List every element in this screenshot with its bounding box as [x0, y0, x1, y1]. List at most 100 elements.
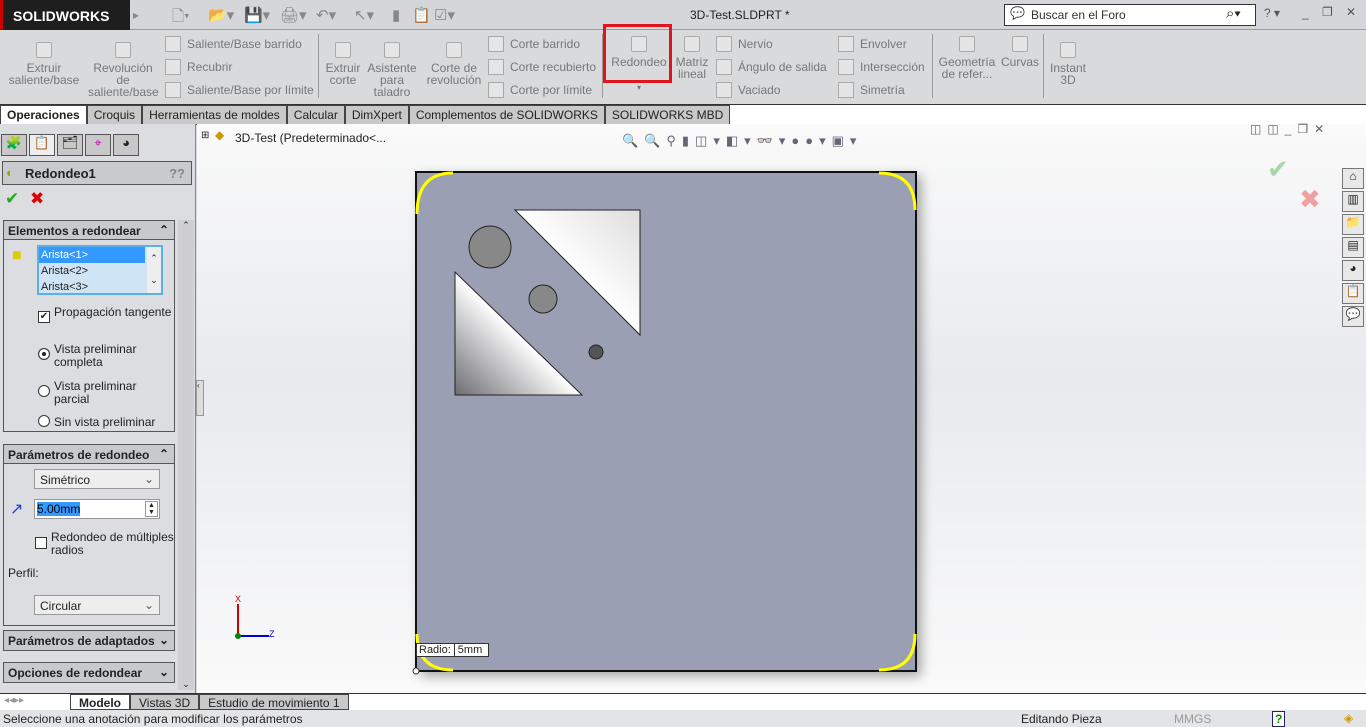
- options-icon[interactable]: ☑▾: [434, 6, 455, 24]
- tab-dimxpert[interactable]: DimXpert: [344, 105, 409, 125]
- ok-icon[interactable]: ✔: [5, 189, 19, 209]
- new-icon[interactable]: 🗋▾: [172, 6, 190, 31]
- tab-mbd[interactable]: SOLIDWORKS MBD: [604, 105, 731, 125]
- solidworks-logo[interactable]: SOLIDWORKS: [0, 0, 130, 30]
- boundary-boss-button[interactable]: Saliente/Base por límite: [165, 82, 314, 98]
- extrude-cut-icon: [335, 42, 351, 58]
- instant3d-button[interactable]: Instant 3D: [1048, 42, 1088, 86]
- wrap-button[interactable]: Envolver: [838, 36, 907, 52]
- cancel-icon[interactable]: ✖: [30, 189, 44, 209]
- group-header[interactable]: Parámetros de redondeo ⌃: [4, 445, 174, 464]
- lofted-cut-button[interactable]: Corte recubierto: [488, 59, 596, 75]
- axis-z-label: Z: [269, 629, 275, 639]
- tab-complementos[interactable]: Complementos de SOLIDWORKS: [408, 105, 605, 125]
- group-header[interactable]: Opciones de redondear ⌄: [4, 663, 174, 682]
- panel-collapse-handle[interactable]: ‹: [196, 380, 204, 416]
- file-properties-icon[interactable]: 📋: [412, 6, 431, 24]
- select-icon[interactable]: ↖▾: [354, 6, 374, 24]
- open-icon[interactable]: 📂▾: [208, 6, 234, 24]
- appearance-icon[interactable]: ◕: [1342, 260, 1364, 281]
- profile-select[interactable]: Circular ⌄: [34, 595, 160, 615]
- help-icon[interactable]: ? ▾: [1264, 6, 1280, 20]
- graphics-viewport[interactable]: ⊞ ◆ 3D-Test (Predeterminado<... 🔍🔍⚲▮◫▾◧▾…: [197, 122, 1366, 693]
- tab-operaciones[interactable]: Operaciones: [0, 105, 87, 125]
- rebuild-status-icon[interactable]: ◈: [1344, 711, 1353, 725]
- mirror-button[interactable]: Simetría: [838, 82, 905, 98]
- bottom-tabs: ◂◂▸▸ Modelo Vistas 3D Estudio de movimie…: [0, 693, 1366, 710]
- tab-scroll-arrows[interactable]: ◂◂▸▸: [4, 695, 24, 706]
- display-tab-icon[interactable]: ◕: [113, 134, 139, 156]
- list-scrollbar[interactable]: ⌃ ⌄: [147, 247, 161, 293]
- radius-callout[interactable]: Radio: 5mm: [416, 643, 490, 657]
- radius-input[interactable]: 5.00mm ▲ ▼: [34, 499, 160, 519]
- curves-button[interactable]: Curvas: [1000, 36, 1040, 68]
- revolve-boss-button[interactable]: Revolución de saliente/base: [88, 42, 159, 98]
- part-model[interactable]: [197, 124, 1366, 693]
- extrude-boss-button[interactable]: Extruir saliente/base: [8, 42, 80, 86]
- fillet-parameters-group: Parámetros de redondeo ⌃ Simétrico ⌄ ↗ 5.0…: [3, 444, 175, 626]
- tab-moldes[interactable]: Herramientas de moldes: [142, 105, 287, 125]
- menu-expand-icon[interactable]: ▸: [133, 8, 139, 22]
- swept-boss-button[interactable]: Saliente/Base barrido: [165, 36, 302, 52]
- hole-wizard-button[interactable]: Asistente para taladro: [366, 42, 418, 98]
- forum-pane-icon[interactable]: 💬: [1342, 306, 1364, 327]
- shell-button[interactable]: Vaciado: [716, 82, 780, 98]
- feature-tree-tab-icon[interactable]: 🧩: [1, 134, 27, 156]
- tab-estudio-movimiento[interactable]: Estudio de movimiento 1: [199, 694, 349, 710]
- tab-vistas-3d[interactable]: Vistas 3D: [130, 694, 200, 710]
- print-icon[interactable]: 🖨▾: [280, 6, 307, 24]
- highlight-box: [603, 24, 672, 83]
- property-manager-tab-icon[interactable]: 📋: [29, 134, 55, 156]
- rib-button[interactable]: Nervio: [716, 36, 773, 52]
- draft-button[interactable]: Ángulo de salida: [716, 59, 827, 75]
- custom-properties-icon[interactable]: 📋: [1342, 283, 1364, 304]
- restore-icon[interactable]: ❐: [1322, 5, 1333, 19]
- rebuild-icon[interactable]: ▮: [392, 6, 400, 24]
- swept-cut-button[interactable]: Corte barrido: [488, 36, 580, 52]
- help-icon[interactable]: ?: [1272, 711, 1286, 727]
- panel-scrollbar[interactable]: ⌃ ⌄: [178, 220, 194, 690]
- help-icon[interactable]: ??: [169, 166, 185, 181]
- undo-icon[interactable]: ↶▾: [316, 6, 336, 24]
- linear-pattern-button[interactable]: Matriz lineal: [674, 36, 710, 80]
- setback-parameters-group[interactable]: Parámetros de adaptados ⌄: [3, 630, 175, 651]
- preview-partial-radio[interactable]: [38, 385, 50, 397]
- edge-icon: ■: [12, 247, 22, 264]
- revolve-cut-button[interactable]: Corte de revolución: [424, 42, 484, 86]
- fillet-options-group[interactable]: Opciones de redondear ⌄: [3, 662, 175, 683]
- reference-geometry-button[interactable]: Geometría de refer...: [938, 36, 996, 80]
- fillet-type-select[interactable]: Simétrico ⌄: [34, 469, 160, 489]
- close-icon[interactable]: ✕: [1346, 5, 1356, 19]
- radius-spinner[interactable]: ▲ ▼: [145, 501, 158, 517]
- multi-radius-checkbox[interactable]: [35, 537, 47, 549]
- home-icon[interactable]: ⌂: [1342, 168, 1364, 189]
- save-icon[interactable]: 💾▾: [244, 6, 270, 24]
- units-selector[interactable]: MMGS: [1174, 712, 1211, 726]
- intersect-button[interactable]: Intersección: [838, 59, 925, 75]
- profile-label: Perfil:: [8, 566, 39, 580]
- search-icon[interactable]: ⌕▾: [1226, 5, 1241, 22]
- group-header[interactable]: Parámetros de adaptados ⌄: [4, 631, 174, 650]
- preview-full-radio[interactable]: [38, 348, 50, 360]
- loft-button[interactable]: Recubrir: [165, 59, 232, 75]
- boundary-cut-button[interactable]: Corte por límite: [488, 82, 592, 98]
- tangent-propagation-checkbox[interactable]: ✔: [38, 311, 50, 323]
- extrude-cut-button[interactable]: Extruir corte: [324, 42, 362, 86]
- minimize-icon[interactable]: _: [1302, 6, 1309, 20]
- resources-icon[interactable]: ▥: [1342, 191, 1364, 212]
- edges-list[interactable]: Arista<1> Arista<2> Arista<3> ⌃ ⌄: [37, 245, 163, 295]
- list-item[interactable]: Arista<2>: [39, 263, 161, 279]
- list-item[interactable]: Arista<1>: [39, 247, 145, 263]
- file-explorer-icon[interactable]: ▤: [1342, 237, 1364, 258]
- dimxpert-tab-icon[interactable]: ⌖: [85, 134, 111, 156]
- tab-croquis[interactable]: Croquis: [86, 105, 143, 125]
- no-preview-radio[interactable]: [38, 415, 50, 427]
- folder-icon[interactable]: 📁: [1342, 214, 1364, 235]
- search-input[interactable]: Buscar en el Foro: [1004, 4, 1256, 26]
- configuration-tab-icon[interactable]: 🗂: [57, 134, 83, 156]
- list-item[interactable]: Arista<3>: [39, 279, 161, 295]
- tab-modelo[interactable]: Modelo: [70, 694, 130, 710]
- group-header[interactable]: Elementos a redondear ⌃: [4, 221, 174, 240]
- mirror-icon: [838, 82, 854, 98]
- tab-calcular[interactable]: Calcular: [286, 105, 345, 125]
